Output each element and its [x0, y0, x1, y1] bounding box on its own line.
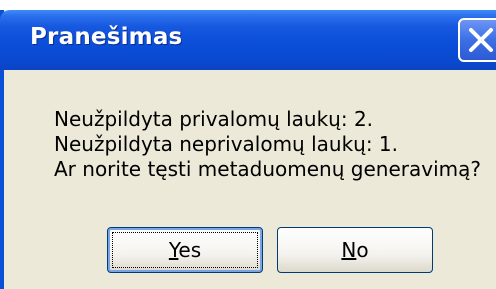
yes-button-label: Yes [169, 238, 201, 262]
message-line-question: Ar norite tęsti metaduomenų generavimą? [54, 157, 481, 181]
dialog-body: Neužpildyta privalomų laukų: 2. Neužpild… [4, 70, 496, 289]
no-button[interactable]: No [277, 227, 433, 273]
yes-button[interactable]: Yes [107, 227, 263, 273]
yes-label-rest: es [178, 238, 202, 262]
no-label-rest: o [356, 238, 369, 262]
dialog-title: Pranešimas [30, 24, 183, 50]
message-line-required: Neužpildyta privalomų laukų: 2. [54, 107, 374, 131]
close-icon [469, 28, 493, 52]
screen: Pranešimas Neužpildyta privalomų laukų: … [0, 0, 496, 289]
no-button-label: No [341, 238, 368, 262]
message-text: Neužpildyta privalomų laukų: 2. Neužpild… [54, 107, 481, 182]
yes-mnemonic: Y [168, 238, 179, 262]
title-bar[interactable]: Pranešimas [0, 10, 496, 70]
message-line-optional: Neužpildyta neprivalomų laukų: 1. [54, 132, 399, 156]
no-mnemonic: N [341, 238, 357, 262]
close-button[interactable] [458, 18, 496, 62]
message-dialog: Pranešimas Neužpildyta privalomų laukų: … [0, 10, 496, 289]
